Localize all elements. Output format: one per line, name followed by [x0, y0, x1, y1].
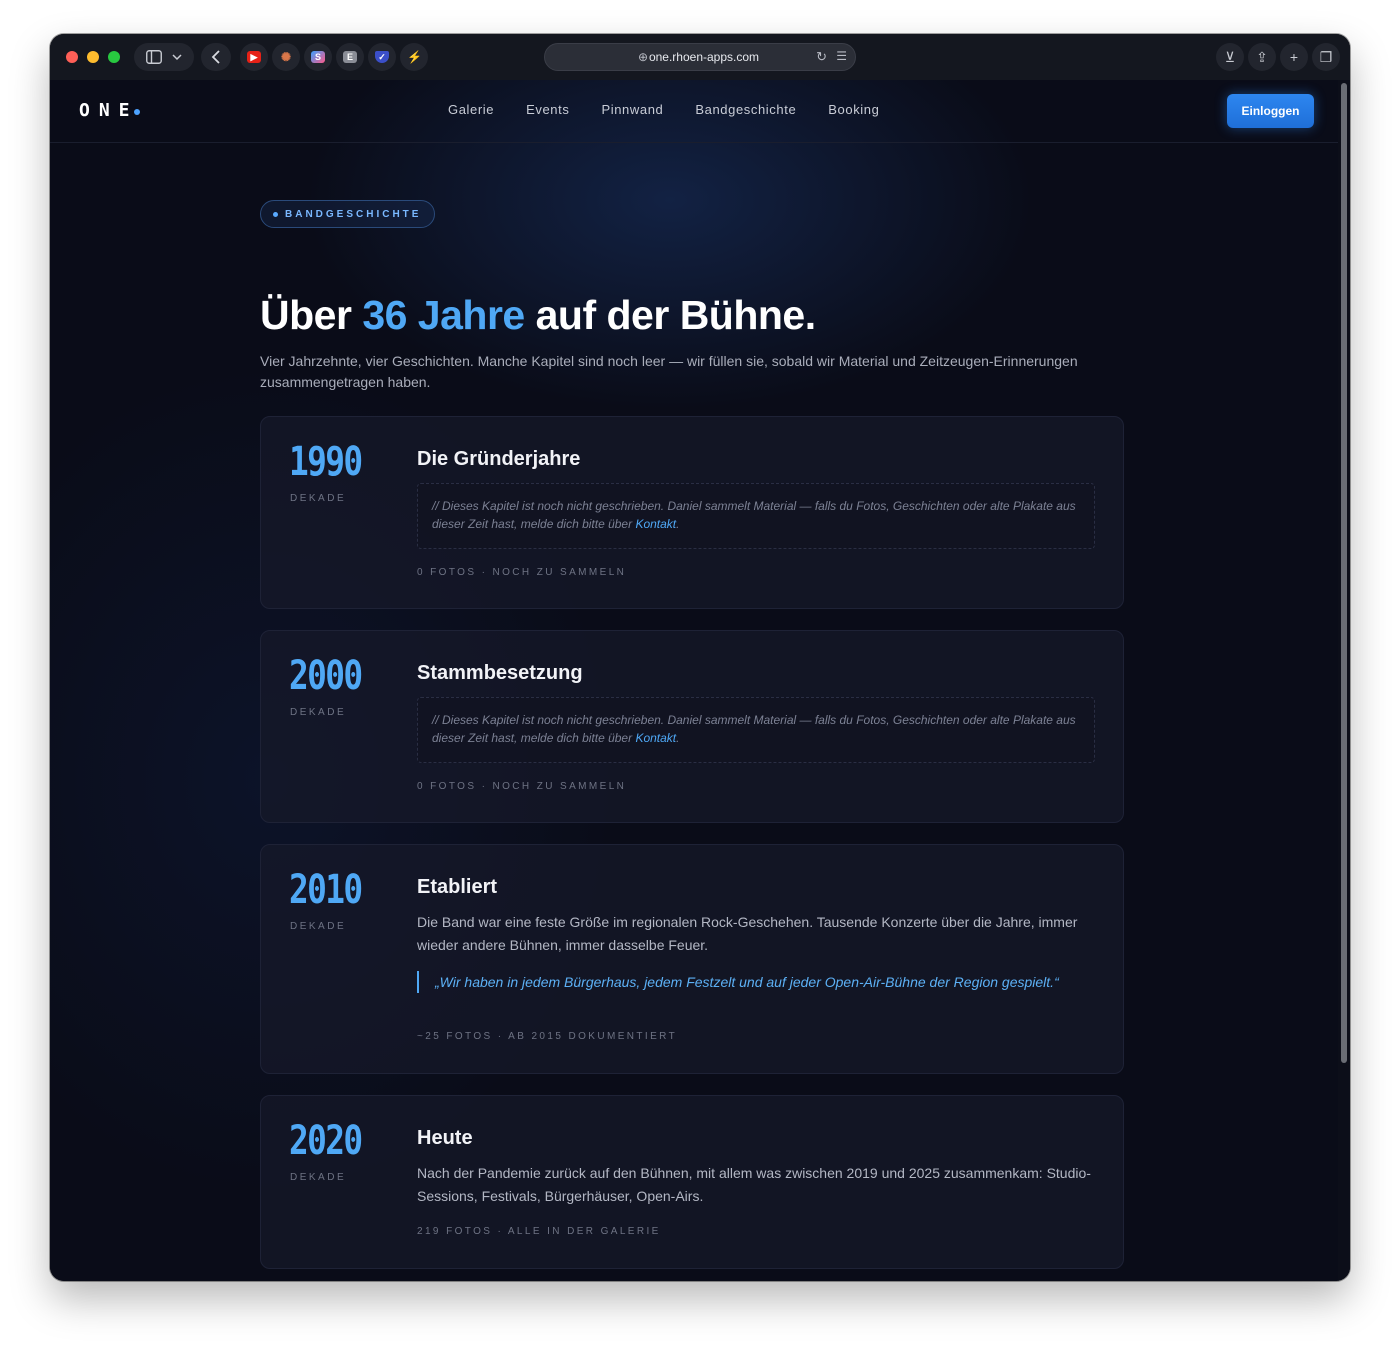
favorite-claude[interactable]: ✺ [272, 43, 300, 71]
favorite-app-s[interactable]: S [304, 43, 332, 71]
decade-card-1990: 1990 DEKADE Die Gründerjahre // Dieses K… [260, 416, 1124, 609]
decade-description: Die Band war eine feste Größe im regiona… [417, 914, 1078, 953]
decade-label: DEKADE [290, 707, 347, 718]
browser-window: ▶ ✺ S E ✓ ⚡ ⊕ one.rhoen-apps.com ↻ ☰ ⊻ ⇪… [50, 34, 1350, 1281]
note-text: // Dieses Kapitel ist noch nicht geschri… [432, 499, 1076, 531]
decade-meta: 0 FOTOS · NOCH ZU SAMMELN [417, 567, 627, 578]
new-tab-button[interactable]: + [1280, 43, 1308, 71]
chevron-down-icon [172, 54, 182, 61]
decade-card-2010: 2010 DEKADE Etabliert Die Band war eine … [260, 844, 1124, 1074]
decade-title: Etabliert [417, 876, 498, 898]
decade-meta: 219 FOTOS · ALLE IN DER GALERIE [417, 1226, 661, 1237]
reload-icon[interactable]: ↻ [816, 49, 827, 65]
contact-link[interactable]: Kontakt [635, 731, 676, 745]
placeholder-note: // Dieses Kapitel ist noch nicht geschri… [417, 697, 1095, 763]
headline-accent: 36 Jahre [362, 292, 525, 338]
s-logo-icon: S [311, 51, 325, 63]
share-icon: ⇪ [1256, 48, 1268, 65]
badge-dot [273, 211, 278, 217]
decade-meta: 0 FOTOS · NOCH ZU SAMMELN [417, 781, 627, 792]
logo-dot [134, 109, 140, 115]
youtube-icon: ▶ [247, 51, 261, 63]
sidebar-icon [146, 50, 162, 64]
shield-icon: ✓ [375, 51, 389, 63]
back-button[interactable] [201, 43, 231, 71]
favorite-youtube[interactable]: ▶ [240, 43, 268, 71]
main-navigation: Galerie Events Pinnwand Bandgeschichte B… [448, 102, 879, 117]
favorite-app-e[interactable]: E [336, 43, 364, 71]
contact-link[interactable]: Kontakt [635, 517, 676, 531]
nav-link-pinnwand[interactable]: Pinnwand [601, 102, 663, 117]
url-text: one.rhoen-apps.com [648, 50, 760, 64]
site-logo[interactable]: ONE [79, 100, 139, 121]
share-button[interactable]: ⇪ [1248, 43, 1276, 71]
nav-link-events[interactable]: Events [526, 102, 569, 117]
favorite-bolt-app[interactable]: ⚡ [400, 43, 428, 71]
intro-text: Vier Jahrzehnte, vier Geschichten. Manch… [260, 353, 1078, 390]
decade-year: 2020 [289, 1118, 363, 1164]
chevron-left-icon [211, 50, 220, 64]
plus-icon: + [1289, 49, 1299, 65]
placeholder-note: // Dieses Kapitel ist noch nicht geschri… [417, 483, 1095, 549]
note-end: . [676, 731, 680, 745]
zoom-window-button[interactable] [108, 51, 120, 63]
download-icon: ⊻ [1224, 48, 1236, 65]
decade-card-2000: 2000 DEKADE Stammbesetzung // Dieses Kap… [260, 630, 1124, 823]
tabs-icon: ❐ [1319, 48, 1333, 65]
bolt-icon: ⚡ [407, 50, 422, 64]
e-logo-icon: E [343, 51, 357, 63]
nav-link-booking[interactable]: Booking [828, 102, 879, 117]
headline-start: Über [260, 292, 363, 338]
decade-quote: „Wir haben in jedem Bürgerhaus, jedem Fe… [417, 971, 1077, 993]
decade-card-2020: 2020 DEKADE Heute Nach der Pandemie zurü… [260, 1095, 1124, 1269]
decade-year: 2010 [289, 867, 363, 913]
tab-overview-button[interactable]: ❐ [1312, 43, 1340, 71]
decade-year: 1990 [289, 439, 363, 485]
note-end: . [676, 517, 680, 531]
sidebar-toggle-button[interactable] [134, 43, 194, 71]
downloads-button[interactable]: ⊻ [1216, 43, 1244, 71]
decade-label: DEKADE [290, 921, 347, 932]
decade-meta: ~25 FOTOS · AB 2015 DOKUMENTIERT [417, 1031, 678, 1042]
scrollbar-thumb[interactable] [1341, 83, 1347, 1063]
decade-label: DEKADE [290, 1172, 347, 1183]
decade-title: Stammbesetzung [417, 662, 583, 684]
nav-link-galerie[interactable]: Galerie [448, 102, 494, 117]
globe-icon: ⊕ [638, 50, 649, 64]
reader-icon[interactable]: ☰ [836, 49, 847, 63]
decade-title: Die Gründerjahre [417, 448, 581, 470]
headline-end: auf der Bühne. [524, 292, 817, 338]
sparkle-icon: ✺ [280, 50, 292, 64]
decade-title: Heute [417, 1127, 473, 1149]
browser-toolbar: ▶ ✺ S E ✓ ⚡ ⊕ one.rhoen-apps.com ↻ ☰ ⊻ ⇪… [50, 34, 1350, 80]
site-header: ONE Galerie Events Pinnwand Bandgeschich… [50, 80, 1338, 143]
web-page: ONE Galerie Events Pinnwand Bandgeschich… [50, 80, 1350, 1281]
decade-label: DEKADE [290, 493, 347, 504]
address-bar[interactable]: ⊕ one.rhoen-apps.com ↻ ☰ [544, 43, 856, 71]
page-title: Über 36 Jahre auf der Bühne. [260, 292, 816, 339]
decade-description: Nach der Pandemie zurück auf den Bühnen,… [417, 1165, 1091, 1204]
page-scrollbar[interactable] [1338, 80, 1350, 1281]
favorites-bar: ▶ ✺ S E ✓ ⚡ [240, 43, 428, 71]
section-badge: BANDGESCHICHTE [260, 200, 436, 228]
close-window-button[interactable] [66, 51, 78, 63]
decade-year: 2000 [289, 653, 363, 699]
login-button[interactable]: Einloggen [1227, 94, 1314, 128]
badge-label: BANDGESCHICHTE [285, 208, 422, 220]
favorite-shield-app[interactable]: ✓ [368, 43, 396, 71]
browser-actions: ⊻ ⇪ + ❐ [1216, 43, 1340, 71]
minimize-window-button[interactable] [87, 51, 99, 63]
note-text: // Dieses Kapitel ist noch nicht geschri… [432, 713, 1076, 745]
nav-link-bandgeschichte[interactable]: Bandgeschichte [695, 102, 796, 117]
